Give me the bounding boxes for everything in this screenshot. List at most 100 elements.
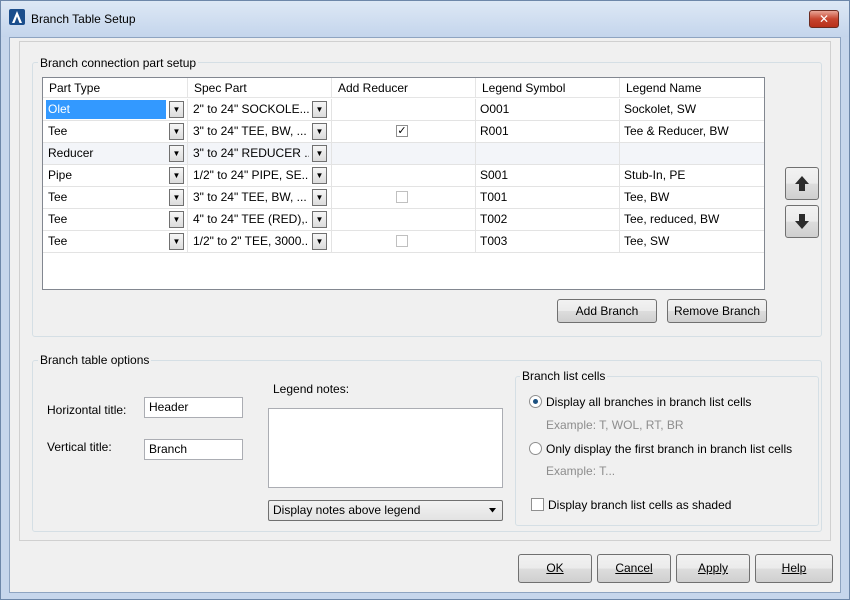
part-type-value[interactable]: Tee <box>46 210 166 229</box>
column-header-part-type[interactable]: Part Type <box>43 78 188 98</box>
add-reducer-cell[interactable] <box>332 143 476 164</box>
column-header-legend-symbol[interactable]: Legend Symbol <box>476 78 620 98</box>
part-type-cell[interactable]: Pipe ▼ <box>43 165 188 186</box>
add-reducer-cell[interactable] <box>332 165 476 186</box>
branch-parts-table[interactable]: Part Type Spec Part Add Reducer Legend S… <box>42 77 765 290</box>
chevron-down-icon[interactable]: ▼ <box>169 123 184 140</box>
column-header-legend-name[interactable]: Legend Name <box>620 78 764 98</box>
spec-part-value[interactable]: 1/2" to 24" PIPE, SE... <box>191 166 309 185</box>
shaded-cells-label[interactable]: Display branch list cells as shaded <box>548 498 731 512</box>
add-branch-button[interactable]: Add Branch <box>557 299 657 323</box>
legend-symbol-cell[interactable]: T003 <box>476 231 620 252</box>
add-reducer-cell[interactable]: ✓ <box>332 121 476 142</box>
legend-name-cell[interactable]: Tee, BW <box>620 187 764 208</box>
part-type-cell[interactable]: Tee ▼ <box>43 121 188 142</box>
spec-part-cell[interactable]: 3" to 24" REDUCER ... ▼ <box>188 143 332 164</box>
spec-part-value[interactable]: 2" to 24" SOCKOLE... <box>191 100 309 119</box>
table-row[interactable]: Tee ▼ 1/2" to 2" TEE, 3000... ▼ T003 Tee, SW <box>43 231 764 253</box>
legend-name-cell[interactable]: Tee, reduced, BW <box>620 209 764 230</box>
legend-symbol-cell[interactable]: R001 <box>476 121 620 142</box>
table-row[interactable]: Tee ▼ 3" to 24" TEE, BW, ... ▼ ✓ R001 Tee & Re… <box>43 121 764 143</box>
chevron-down-icon[interactable]: ▼ <box>312 233 327 250</box>
chevron-down-icon[interactable]: ▼ <box>169 211 184 228</box>
legend-symbol-cell[interactable]: T001 <box>476 187 620 208</box>
spec-part-cell[interactable]: 2" to 24" SOCKOLE... ▼ <box>188 99 332 120</box>
cancel-button[interactable]: Cancel <box>597 554 671 583</box>
chevron-down-icon[interactable]: ▼ <box>312 145 327 162</box>
spec-part-value[interactable]: 1/2" to 2" TEE, 3000... <box>191 232 309 251</box>
legend-symbol-cell[interactable] <box>476 143 620 164</box>
add-reducer-cell[interactable] <box>332 209 476 230</box>
apply-button[interactable]: Apply <box>676 554 750 583</box>
table-row[interactable]: Pipe ▼ 1/2" to 24" PIPE, SE... ▼ S001 Stub-In… <box>43 165 764 187</box>
spec-part-cell[interactable]: 3" to 24" TEE, BW, ... ▼ <box>188 121 332 142</box>
chevron-down-icon[interactable]: ▼ <box>312 211 327 228</box>
spec-part-cell[interactable]: 3" to 24" TEE, BW, ... ▼ <box>188 187 332 208</box>
column-header-spec-part[interactable]: Spec Part <box>188 78 332 98</box>
add-reducer-cell[interactable] <box>332 231 476 252</box>
part-type-value[interactable]: Olet <box>46 100 166 119</box>
table-row[interactable]: Tee ▼ 3" to 24" TEE, BW, ... ▼ T001 Tee, BW <box>43 187 764 209</box>
chevron-down-icon[interactable]: ▼ <box>169 101 184 118</box>
display-first-branch-radio[interactable] <box>529 442 542 455</box>
spec-part-value[interactable]: 3" to 24" REDUCER ... <box>191 144 309 163</box>
legend-symbol-cell[interactable]: T002 <box>476 209 620 230</box>
horizontal-title-input[interactable]: Header <box>144 397 243 418</box>
ok-button[interactable]: OK <box>518 554 592 583</box>
spec-part-cell[interactable]: 1/2" to 2" TEE, 3000... ▼ <box>188 231 332 252</box>
add-reducer-checkbox[interactable] <box>396 235 408 247</box>
legend-symbol-cell[interactable]: S001 <box>476 165 620 186</box>
legend-name-cell[interactable] <box>620 143 764 164</box>
part-type-value[interactable]: Pipe <box>46 166 166 185</box>
spec-part-cell[interactable]: 1/2" to 24" PIPE, SE... ▼ <box>188 165 332 186</box>
chevron-down-icon[interactable]: ▼ <box>169 167 184 184</box>
chevron-down-icon[interactable]: ▼ <box>312 123 327 140</box>
part-type-value[interactable]: Tee <box>46 232 166 251</box>
chevron-down-icon[interactable]: ▼ <box>312 189 327 206</box>
notes-position-dropdown[interactable]: Display notes above legend <box>268 500 503 521</box>
part-type-value[interactable]: Reducer <box>46 144 166 163</box>
column-header-add-reducer[interactable]: Add Reducer <box>332 78 476 98</box>
chevron-down-icon[interactable]: ▼ <box>169 233 184 250</box>
table-row[interactable]: Tee ▼ 4" to 24" TEE (RED),... ▼ T002 Tee, red… <box>43 209 764 231</box>
chevron-down-icon[interactable]: ▼ <box>312 167 327 184</box>
legend-name-cell[interactable]: Tee & Reducer, BW <box>620 121 764 142</box>
display-first-branch-label[interactable]: Only display the first branch in branch … <box>546 442 792 456</box>
legend-name-cell[interactable]: Sockolet, SW <box>620 99 764 120</box>
spec-part-value[interactable]: 3" to 24" TEE, BW, ... <box>191 188 309 207</box>
display-all-branches-radio[interactable] <box>529 395 542 408</box>
add-reducer-cell[interactable] <box>332 99 476 120</box>
arrow-up-icon <box>795 176 809 191</box>
legend-symbol-cell[interactable]: O001 <box>476 99 620 120</box>
help-button[interactable]: Help <box>755 554 833 583</box>
part-type-value[interactable]: Tee <box>46 122 166 141</box>
part-type-cell[interactable]: Tee ▼ <box>43 209 188 230</box>
vertical-title-input[interactable]: Branch <box>144 439 243 460</box>
add-reducer-cell[interactable] <box>332 187 476 208</box>
table-row[interactable]: Olet ▼ 2" to 24" SOCKOLE... ▼ O001 Sockolet, … <box>43 99 764 121</box>
move-down-button[interactable] <box>785 205 819 238</box>
part-type-value[interactable]: Tee <box>46 188 166 207</box>
part-type-cell[interactable]: Reducer ▼ <box>43 143 188 164</box>
legend-name-cell[interactable]: Tee, SW <box>620 231 764 252</box>
chevron-down-icon[interactable]: ▼ <box>169 189 184 206</box>
add-reducer-checkbox[interactable]: ✓ <box>396 125 408 137</box>
part-type-cell[interactable]: Tee ▼ <box>43 187 188 208</box>
part-type-cell[interactable]: Tee ▼ <box>43 231 188 252</box>
chevron-down-icon[interactable]: ▼ <box>312 101 327 118</box>
spec-part-cell[interactable]: 4" to 24" TEE (RED),... ▼ <box>188 209 332 230</box>
close-button[interactable]: ✕ <box>809 10 839 28</box>
add-reducer-checkbox[interactable] <box>396 191 408 203</box>
spec-part-value[interactable]: 4" to 24" TEE (RED),... <box>191 210 309 229</box>
legend-notes-textarea[interactable] <box>268 408 503 488</box>
part-type-cell[interactable]: Olet ▼ <box>43 99 188 120</box>
remove-branch-button[interactable]: Remove Branch <box>667 299 767 323</box>
shaded-cells-checkbox[interactable] <box>531 498 544 511</box>
chevron-down-icon[interactable]: ▼ <box>169 145 184 162</box>
title-bar[interactable]: Branch Table Setup ✕ <box>1 1 849 37</box>
display-all-branches-label[interactable]: Display all branches in branch list cell… <box>546 395 751 409</box>
spec-part-value[interactable]: 3" to 24" TEE, BW, ... <box>191 122 309 141</box>
table-row[interactable]: Reducer ▼ 3" to 24" REDUCER ... ▼ <box>43 143 764 165</box>
move-up-button[interactable] <box>785 167 819 200</box>
legend-name-cell[interactable]: Stub-In, PE <box>620 165 764 186</box>
